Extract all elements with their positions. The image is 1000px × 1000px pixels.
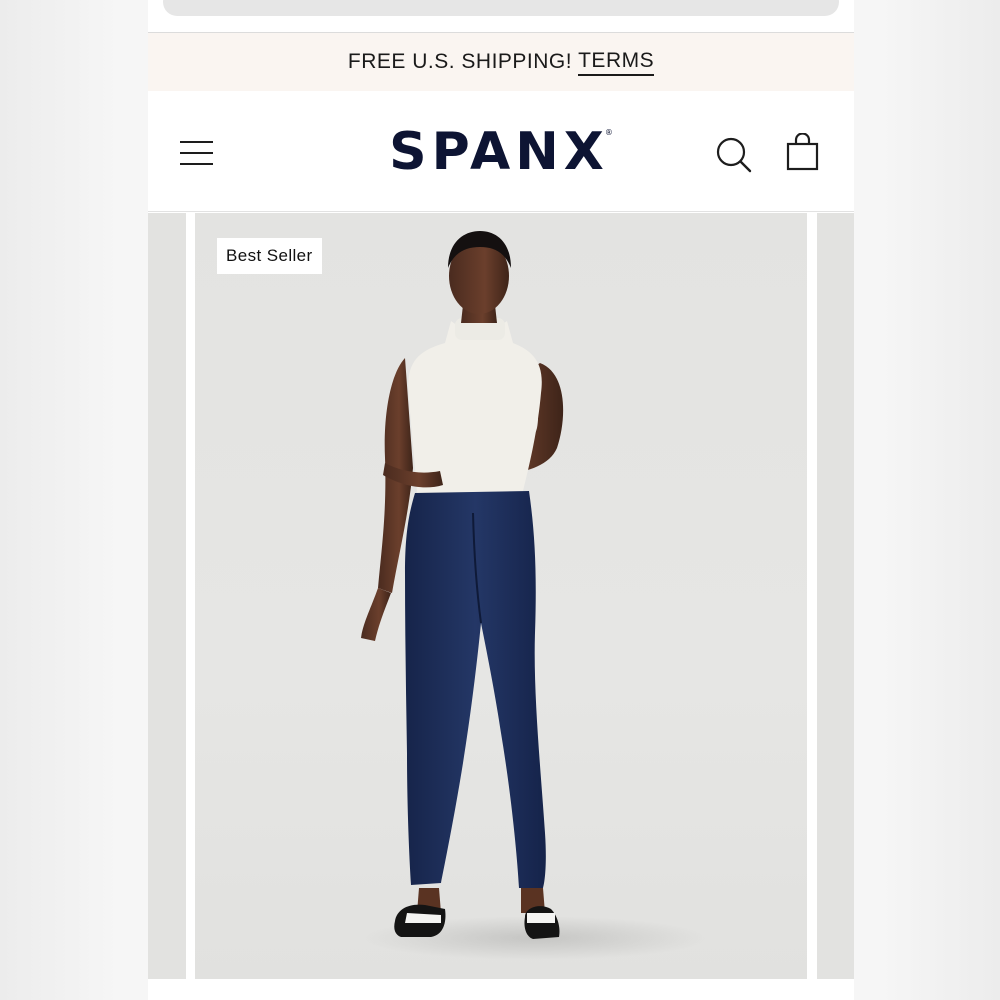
product-image-carousel[interactable]: Best Seller [148, 213, 854, 980]
browser-url-bar[interactable] [163, 0, 839, 16]
product-hero-image[interactable]: Best Seller [195, 213, 807, 979]
mobile-page: FREE U.S. SHIPPING! TERMS SPANX ® Best S… [148, 0, 854, 1000]
page-bottom-edge [148, 980, 854, 1000]
previous-image-peek[interactable] [148, 213, 186, 979]
promo-text: FREE U.S. SHIPPING! [347, 50, 573, 73]
next-image-peek[interactable] [817, 213, 854, 979]
logo-text: SPANX [389, 122, 609, 182]
spanx-logo[interactable]: SPANX ® [368, 119, 638, 185]
shopping-bag-icon[interactable] [784, 132, 822, 173]
model-photo [361, 231, 705, 960]
best-seller-badge: Best Seller [217, 238, 322, 274]
screen-background: FREE U.S. SHIPPING! TERMS SPANX ® Best S… [0, 0, 1000, 1000]
promo-banner: FREE U.S. SHIPPING! TERMS [148, 33, 854, 91]
site-header: SPANX ® [148, 91, 854, 212]
terms-link[interactable]: TERMS [578, 49, 655, 76]
hamburger-menu-icon[interactable] [178, 136, 214, 166]
search-icon[interactable] [714, 135, 754, 175]
registered-mark: ® [604, 127, 613, 137]
